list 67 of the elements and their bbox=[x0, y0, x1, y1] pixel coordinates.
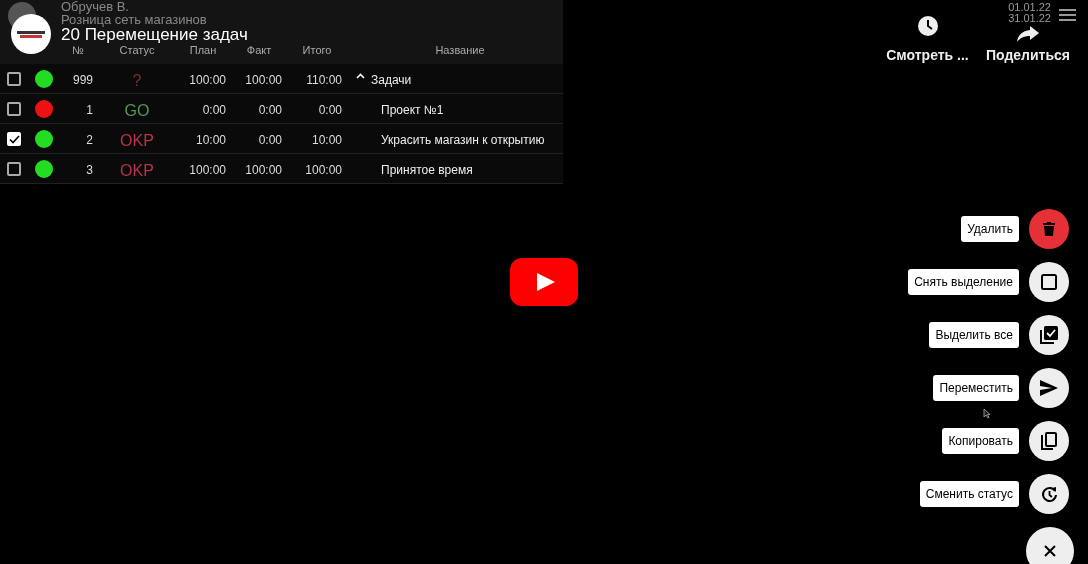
organization-name: Розница сеть магазинов bbox=[61, 13, 207, 26]
menu-icon[interactable] bbox=[1059, 9, 1076, 21]
video-title: 20 Перемещение задач bbox=[61, 26, 248, 44]
clock-icon[interactable] bbox=[917, 16, 938, 36]
play-button[interactable] bbox=[510, 258, 578, 306]
action-label[interactable]: Поделиться bbox=[986, 45, 1070, 66]
number-cell-text: 1 bbox=[86, 102, 93, 119]
column-header: Факт bbox=[245, 43, 273, 58]
action-label[interactable]: Удалить bbox=[961, 216, 1019, 242]
fact-cell-text: 0:00 bbox=[258, 132, 282, 149]
user-name: Обручев В. bbox=[61, 0, 129, 13]
plan-cell-text: 100:00 bbox=[189, 162, 226, 179]
plan-cell-text: 0:00 bbox=[202, 102, 226, 119]
status-tag: ? bbox=[110, 69, 164, 93]
date-label: 31.01.22 bbox=[1008, 13, 1051, 24]
close-button[interactable] bbox=[1026, 527, 1074, 564]
column-header: Название bbox=[434, 42, 486, 58]
copy-icon bbox=[1041, 432, 1057, 450]
row-checkbox[interactable] bbox=[7, 132, 21, 146]
task-name: Украсить магазин к открытию bbox=[381, 132, 545, 149]
close-icon bbox=[1044, 545, 1056, 557]
status-tag: GO bbox=[110, 99, 164, 123]
action-label[interactable]: Переместить bbox=[933, 375, 1019, 401]
square-icon bbox=[1041, 274, 1057, 290]
action-label[interactable]: Выделить все bbox=[929, 322, 1019, 348]
column-header: № bbox=[71, 42, 85, 58]
column-header: Итого bbox=[301, 42, 333, 58]
action-label[interactable]: Сменить статус bbox=[919, 481, 1019, 507]
task-name: Принятое время bbox=[381, 162, 473, 179]
trash-icon bbox=[1043, 222, 1055, 236]
column-header: Статус bbox=[118, 43, 156, 58]
send-icon bbox=[1040, 380, 1058, 396]
number-cell-text: 2 bbox=[86, 132, 93, 149]
share-icon[interactable] bbox=[1017, 26, 1039, 42]
row-checkbox[interactable] bbox=[7, 102, 21, 116]
date-label: 01.01.22 bbox=[1008, 2, 1051, 13]
task-name: Проект №1 bbox=[381, 102, 444, 119]
total-cell-text: 10:00 bbox=[311, 132, 342, 149]
action-label[interactable]: Смотреть ... bbox=[886, 45, 969, 66]
copy-button[interactable] bbox=[1029, 421, 1069, 461]
number-cell-text: 3 bbox=[86, 162, 93, 179]
total-cell-text: 0:00 bbox=[318, 102, 342, 119]
fact-cell-text: 100:00 bbox=[245, 162, 282, 179]
cursor-icon bbox=[983, 408, 991, 419]
deselect-button[interactable] bbox=[1029, 262, 1069, 302]
row-checkbox[interactable] bbox=[7, 162, 21, 176]
fact-cell-text: 100:00 bbox=[245, 72, 282, 89]
status-tag: OKP bbox=[110, 159, 164, 183]
checked-boxes-icon bbox=[1040, 326, 1058, 344]
row-checkbox[interactable] bbox=[7, 72, 21, 86]
plan-cell-text: 10:00 bbox=[195, 132, 226, 149]
column-header: План bbox=[188, 43, 218, 58]
status-button[interactable] bbox=[1029, 474, 1069, 514]
plan-cell-text: 100:00 bbox=[189, 72, 226, 89]
total-cell-text: 100:00 bbox=[305, 162, 342, 179]
total-cell-text: 110:00 bbox=[306, 72, 342, 89]
clock-refresh-icon bbox=[1040, 485, 1058, 503]
action-label[interactable]: Копировать bbox=[942, 428, 1019, 454]
delete-button[interactable] bbox=[1029, 209, 1069, 249]
collapse-icon[interactable] bbox=[356, 73, 365, 79]
select-all-button[interactable] bbox=[1029, 315, 1069, 355]
status-tag: OKP bbox=[110, 129, 164, 153]
number-cell-text: 999 bbox=[72, 72, 93, 89]
fact-cell-text: 0:00 bbox=[258, 102, 282, 119]
action-label[interactable]: Снять выделение bbox=[908, 269, 1019, 295]
task-name: Задачи bbox=[371, 72, 412, 89]
move-button[interactable] bbox=[1029, 368, 1069, 408]
